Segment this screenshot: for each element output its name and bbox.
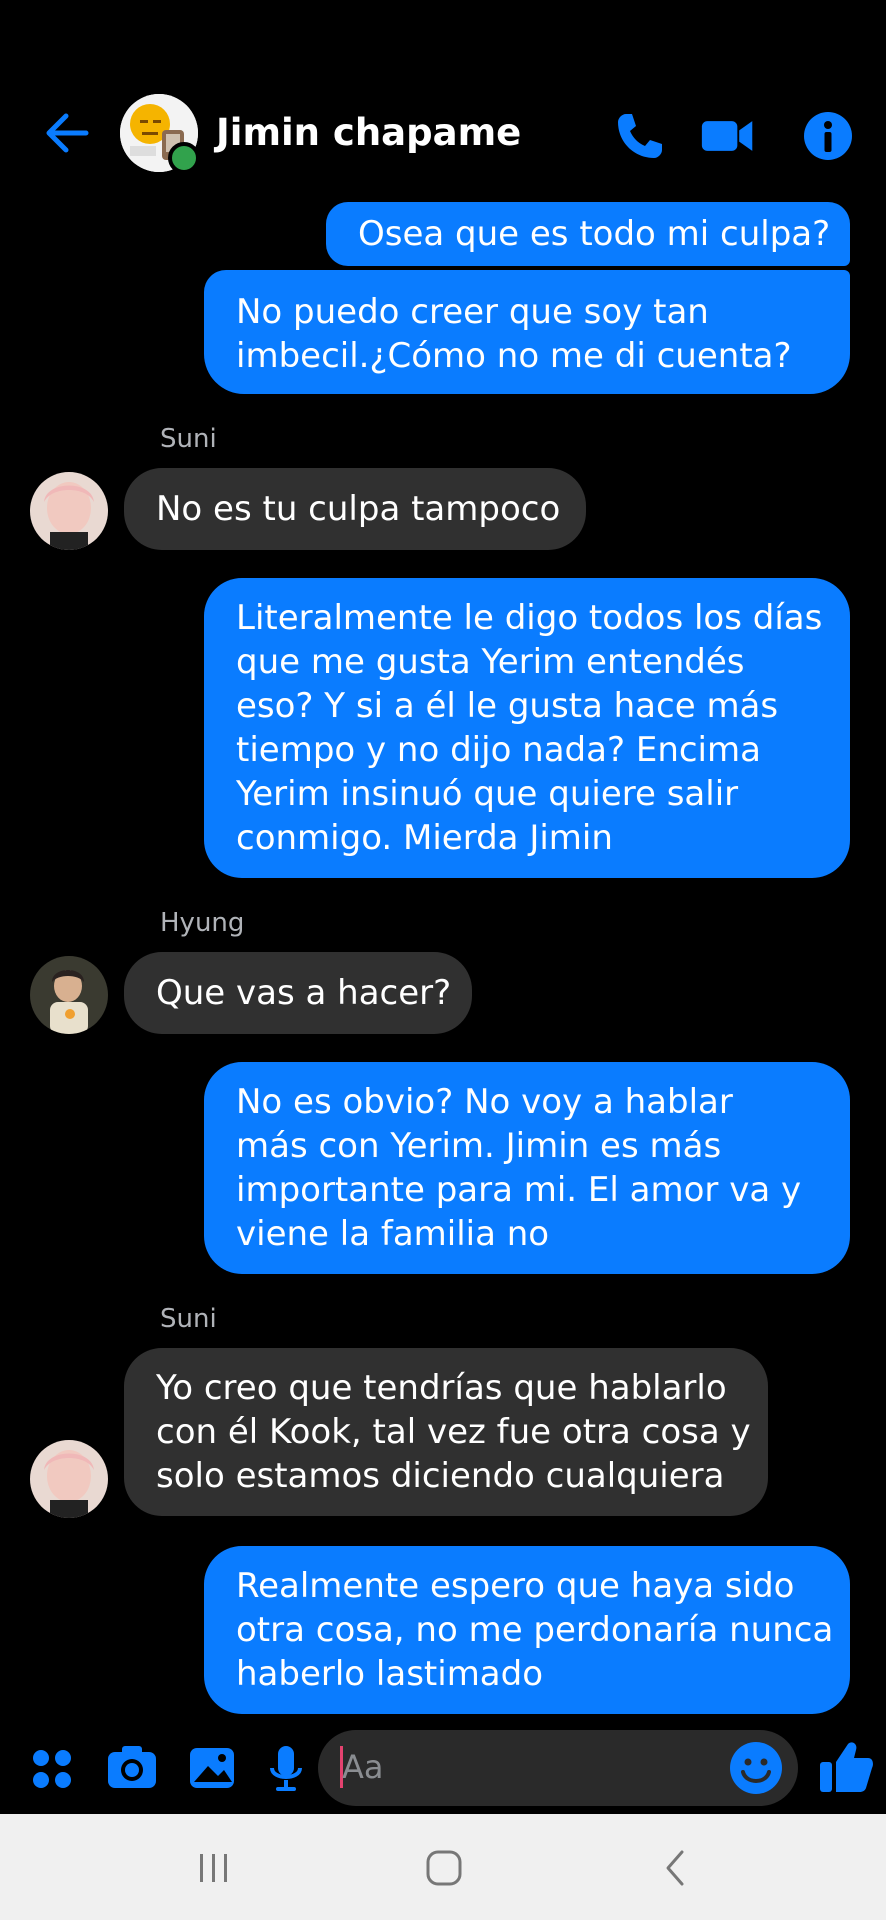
message-line: No puedo creer que soy tan <box>236 292 709 332</box>
outgoing-message[interactable]: Literalmente le digo todos los días que … <box>204 578 850 878</box>
message-line: Literalmente le digo todos los días <box>236 598 823 638</box>
info-icon[interactable] <box>800 108 856 164</box>
message-line: que me gusta Yerim entendés <box>236 642 745 682</box>
message-line: viene la familia no <box>236 1214 550 1254</box>
back-arrow-icon[interactable] <box>42 108 92 158</box>
message-composer: Aa <box>0 1722 886 1814</box>
microphone-icon[interactable] <box>258 1722 314 1814</box>
sender-name: Suni <box>160 424 217 454</box>
avatar[interactable] <box>30 956 108 1034</box>
contact-avatar[interactable] <box>120 94 200 174</box>
message-line: Yerim insinuó que quiere salir <box>236 774 739 814</box>
phone-icon[interactable] <box>612 108 668 164</box>
thumbs-up-icon[interactable] <box>816 1722 876 1814</box>
message-line: más con Yerim. Jimin es más <box>236 1126 722 1166</box>
message-line: eso? Y si a él le gusta hace más <box>236 686 779 726</box>
message-line: No es tu culpa tampoco <box>156 489 561 529</box>
message-line: solo estamos diciendo cualquiera <box>156 1456 725 1496</box>
message-line: Yo creo que tendrías que hablarlo <box>156 1368 727 1408</box>
message-line: Realmente espero que haya sido <box>236 1566 795 1606</box>
message-line: importante para mi. El amor va y <box>236 1170 802 1210</box>
outgoing-message[interactable]: No puedo creer que soy tan imbecil.¿Cómo… <box>204 270 850 394</box>
message-line: Osea que es todo mi culpa? <box>358 214 831 254</box>
camera-icon[interactable] <box>104 1722 160 1814</box>
avatar[interactable] <box>30 1440 108 1518</box>
sender-name: Suni <box>160 1304 217 1334</box>
message-line: otra cosa, no me perdonaría nunca <box>236 1610 834 1650</box>
message-line: tiempo y no dijo nada? Encima <box>236 730 761 770</box>
message-input[interactable]: Aa <box>318 1730 798 1806</box>
outgoing-message[interactable]: No es obvio? No voy a hablar más con Yer… <box>204 1062 850 1274</box>
sender-name: Hyung <box>160 908 245 938</box>
incoming-message[interactable]: Yo creo que tendrías que hablarlo con él… <box>124 1348 768 1516</box>
chat-header: Jimin chapame <box>0 0 886 200</box>
online-status-dot <box>168 142 200 174</box>
home-icon[interactable] <box>424 1848 464 1888</box>
incoming-message[interactable]: No es tu culpa tampoco <box>124 468 586 550</box>
hyung-avatar-icon <box>30 956 108 1034</box>
back-icon[interactable] <box>656 1848 696 1888</box>
suni-avatar-icon <box>30 1440 108 1518</box>
message-line: con él Kook, tal vez fue otra cosa y <box>156 1412 751 1452</box>
outgoing-message[interactable]: Osea que es todo mi culpa? <box>326 202 850 266</box>
suni-avatar-icon <box>30 472 108 550</box>
message-line: conmigo. Mierda Jimin <box>236 818 613 858</box>
message-line: Que vas a hacer? <box>156 973 452 1013</box>
apps-grid-icon[interactable] <box>26 1722 82 1814</box>
message-line: imbecil.¿Cómo no me di cuenta? <box>236 336 792 376</box>
outgoing-message[interactable]: Realmente espero que haya sido otra cosa… <box>204 1546 850 1714</box>
message-line: No es obvio? No voy a hablar <box>236 1082 733 1122</box>
system-navigation-bar <box>0 1814 886 1920</box>
incoming-message[interactable]: Que vas a hacer? <box>124 952 472 1034</box>
gallery-icon[interactable] <box>184 1722 240 1814</box>
avatar[interactable] <box>30 472 108 550</box>
recent-apps-icon[interactable] <box>194 1848 234 1888</box>
message-line: haberlo lastimado <box>236 1654 544 1694</box>
message-input-placeholder: Aa <box>342 1748 384 1786</box>
video-call-icon[interactable] <box>700 108 756 164</box>
emoji-icon[interactable] <box>728 1740 784 1796</box>
conversation-title[interactable]: Jimin chapame <box>216 108 521 158</box>
